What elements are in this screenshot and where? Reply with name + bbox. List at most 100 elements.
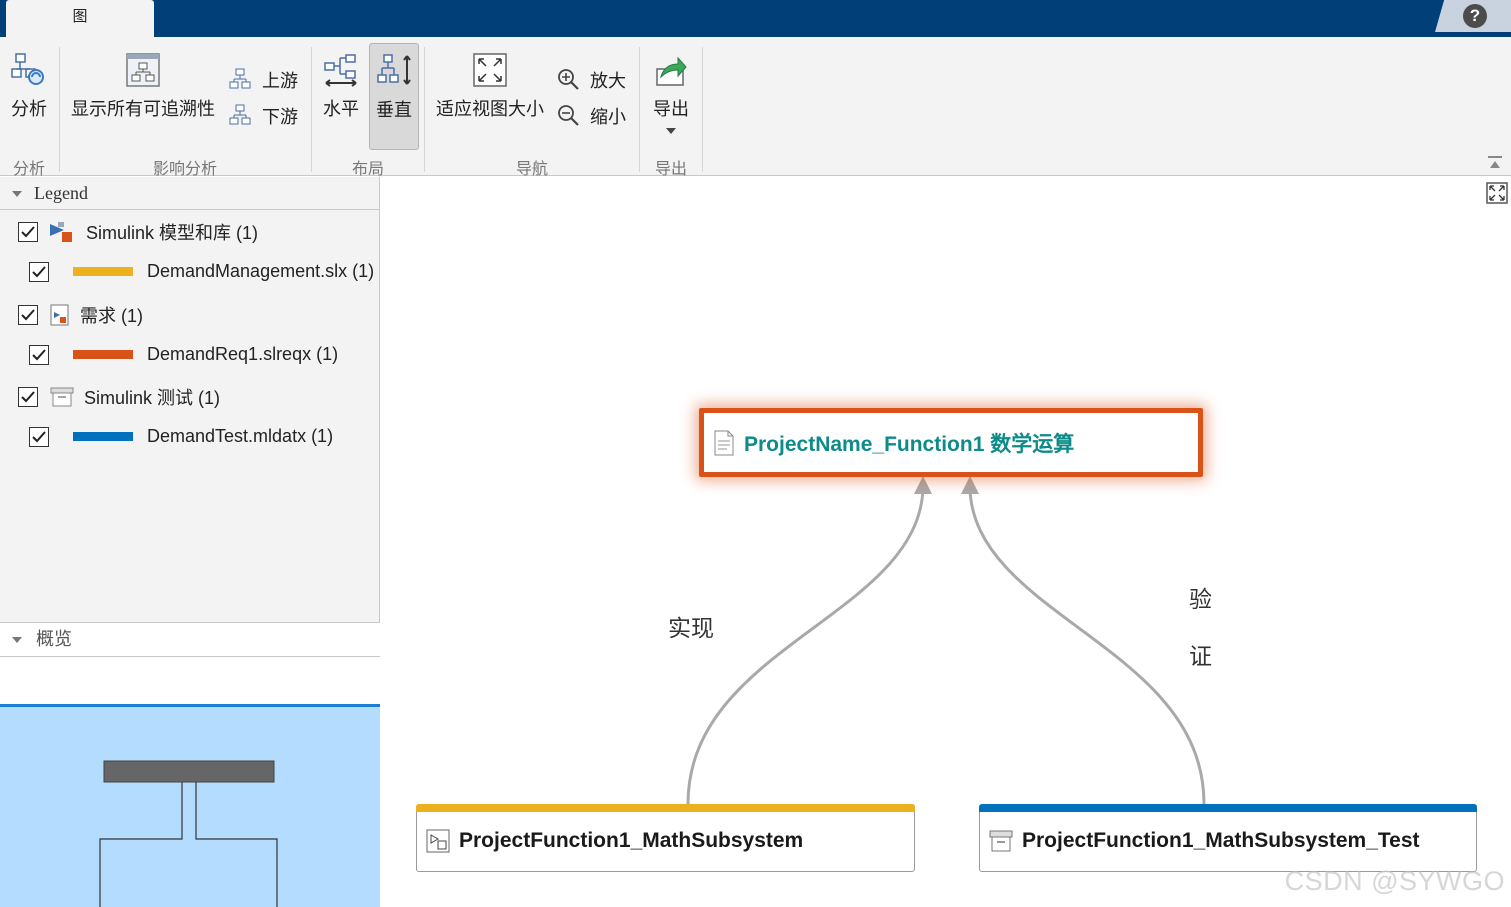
edge-label-verifies-1: 验 — [1189, 587, 1212, 612]
zoom-in-icon — [558, 69, 579, 90]
zoom-out-button[interactable]: 缩小 — [556, 103, 626, 129]
requirement-icon — [50, 304, 69, 326]
checkmark-icon — [32, 348, 46, 360]
arrowhead-icon — [961, 476, 979, 494]
checkbox[interactable] — [18, 222, 38, 242]
graph-canvas[interactable]: 实现 验 证 ProjectName_Function1 数学运算 Projec… — [381, 177, 1511, 907]
export-label: 导出 — [653, 99, 689, 119]
legend-item-label: Simulink 模型和库 (1) — [86, 223, 259, 243]
separator — [59, 47, 60, 172]
requirement-node[interactable]: ProjectName_Function1 数学运算 — [699, 408, 1203, 477]
help-icon[interactable]: ? — [1463, 4, 1487, 28]
checkbox[interactable] — [18, 387, 38, 407]
color-swatch — [73, 350, 133, 359]
graph-edges — [686, 476, 1206, 805]
checkmark-icon — [32, 430, 46, 442]
separator — [639, 47, 640, 172]
ribbon-toolbar: 分析 分析 显示所有可追溯性 上游 下游 影响分析 水平 垂直 布局 适应视图大… — [0, 37, 1511, 178]
analyze-button[interactable]: 分析 — [6, 51, 52, 121]
group-label-layout: 布局 — [351, 161, 384, 178]
color-swatch — [73, 267, 133, 276]
left-panel: Legend Simulink 模型和库 (1) DemandManagemen… — [0, 177, 380, 907]
test-node[interactable]: ProjectFunction1_MathSubsystem_Test — [979, 804, 1477, 872]
legend-title: Legend — [34, 183, 88, 203]
group-label-analysis: 分析 — [12, 161, 45, 178]
vertical-layout-button[interactable]: 垂直 — [369, 43, 419, 150]
show-all-traceability-button[interactable]: 显示所有可追溯性 — [66, 51, 220, 121]
fit-to-view-button[interactable]: 适应视图大小 — [432, 51, 548, 121]
collapse-triangle-icon[interactable] — [12, 637, 22, 643]
analyze-icon — [11, 53, 44, 85]
export-button[interactable]: 导出 — [646, 51, 696, 135]
minimap-graph — [99, 760, 278, 907]
export-icon — [656, 56, 687, 86]
horizontal-layout-icon — [324, 54, 357, 87]
vertical-layout-label: 垂直 — [376, 100, 412, 120]
group-label-export: 导出 — [654, 161, 687, 178]
legend-item-demand-test: DemandTest.mldatx (1) — [29, 426, 333, 447]
overview-minimap[interactable] — [0, 704, 380, 907]
color-swatch — [73, 432, 133, 441]
overview-title: 概览 — [36, 629, 72, 649]
upstream-button[interactable]: 上游 — [228, 67, 298, 93]
legend-item-demand-req: DemandReq1.slreqx (1) — [29, 344, 338, 365]
upstream-icon — [229, 68, 251, 89]
zoom-out-label: 缩小 — [590, 107, 626, 127]
collapse-ribbon-icon[interactable] — [1487, 155, 1503, 171]
group-label-impact: 影响分析 — [152, 161, 217, 178]
downstream-button[interactable]: 下游 — [228, 103, 298, 129]
legend-item-label: Simulink 测试 (1) — [84, 388, 221, 408]
checkmark-icon — [21, 226, 35, 238]
node-color-bar — [979, 804, 1477, 812]
watermark: CSDN @SYWGO — [1284, 866, 1505, 896]
legend-item-simulink-test: Simulink 测试 (1) — [18, 384, 220, 410]
overview-spacer — [0, 657, 380, 704]
chevron-down-icon[interactable] — [665, 127, 677, 135]
arrowhead-icon — [914, 476, 932, 494]
checkbox[interactable] — [29, 426, 49, 447]
requirement-doc-icon — [714, 430, 734, 455]
test-icon — [50, 387, 74, 407]
overview-header[interactable]: 概览 — [0, 622, 380, 657]
node-color-bar — [416, 804, 915, 812]
collapse-triangle-icon[interactable] — [12, 191, 22, 197]
simulink-model-icon — [50, 222, 72, 242]
legend-item-simulink-models: Simulink 模型和库 (1) — [18, 219, 258, 245]
traceability-icon — [126, 53, 160, 87]
group-label-navigate: 导航 — [515, 161, 548, 178]
fit-to-view-label: 适应视图大小 — [436, 99, 544, 119]
checkbox[interactable] — [18, 305, 38, 325]
separator — [311, 47, 312, 172]
legend-item-label: DemandManagement.slx (1) — [147, 261, 375, 281]
checkbox[interactable] — [29, 344, 49, 365]
zoom-in-label: 放大 — [590, 71, 626, 91]
separator — [702, 47, 703, 172]
zoom-in-button[interactable]: 放大 — [556, 67, 626, 93]
model-block-icon — [426, 829, 450, 853]
fit-to-view-icon — [473, 53, 507, 87]
legend-item-label: 需求 (1) — [80, 306, 143, 326]
upstream-label: 上游 — [262, 71, 298, 91]
model-node-label: ProjectFunction1_MathSubsystem — [459, 829, 804, 852]
horizontal-layout-label: 水平 — [323, 99, 359, 119]
checkbox[interactable] — [29, 261, 49, 282]
legend-header[interactable]: Legend — [0, 177, 380, 210]
analyze-label: 分析 — [11, 99, 47, 119]
separator — [424, 47, 425, 172]
downstream-icon — [229, 104, 251, 125]
checkmark-icon — [21, 309, 35, 321]
checkmark-icon — [32, 265, 46, 277]
edge-implements — [686, 489, 925, 805]
edge-label-verifies-2: 证 — [1189, 644, 1212, 669]
zoom-out-icon — [558, 105, 579, 126]
downstream-label: 下游 — [262, 107, 298, 127]
model-node[interactable]: ProjectFunction1_MathSubsystem — [416, 804, 915, 872]
legend-item-requirements: 需求 (1) — [18, 302, 143, 328]
show-all-traceability-label: 显示所有可追溯性 — [71, 99, 215, 119]
vertical-layout-icon — [377, 54, 411, 85]
checkmark-icon — [21, 391, 35, 403]
horizontal-layout-button[interactable]: 水平 — [318, 51, 364, 121]
legend-item-label: DemandReq1.slreqx (1) — [147, 344, 339, 364]
requirement-node-label: ProjectName_Function1 数学运算 — [744, 432, 1075, 456]
tab-graph[interactable]: 图 — [6, 0, 154, 38]
